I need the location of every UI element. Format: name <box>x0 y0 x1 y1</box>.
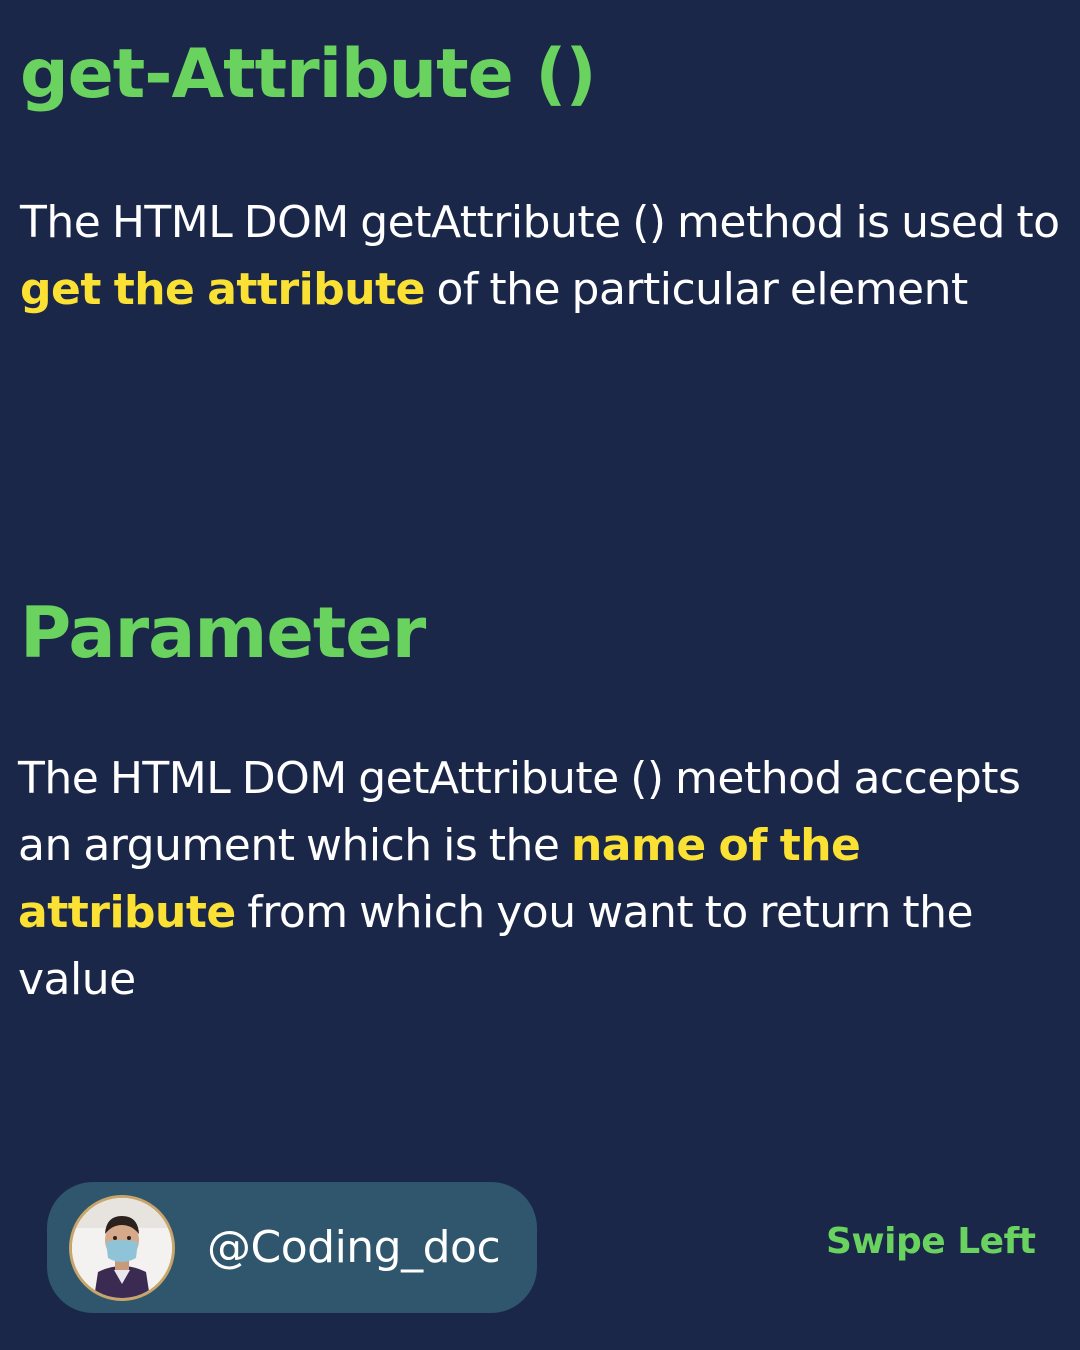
description-paragraph: The HTML DOM getAttribute () method is u… <box>20 189 1060 323</box>
description-text-end: of the particular element <box>424 264 968 315</box>
avatar <box>69 1195 175 1301</box>
author-badge[interactable]: @Coding_doc <box>47 1182 537 1313</box>
swipe-left-label: Swipe Left <box>826 1221 1036 1262</box>
profile-photo-icon <box>72 1198 172 1298</box>
section-title-parameter: Parameter <box>20 592 426 674</box>
page-title: get-Attribute () <box>20 35 597 114</box>
description-highlight: get the attribute <box>20 264 425 315</box>
author-handle[interactable]: @Coding_doc <box>207 1182 501 1313</box>
parameter-paragraph: The HTML DOM getAttribute () method acce… <box>18 745 1058 1013</box>
parameter-text-start: The HTML DOM getAttribute () method acce… <box>18 753 1021 871</box>
description-text-start: The HTML DOM getAttribute () method is u… <box>20 197 1060 248</box>
